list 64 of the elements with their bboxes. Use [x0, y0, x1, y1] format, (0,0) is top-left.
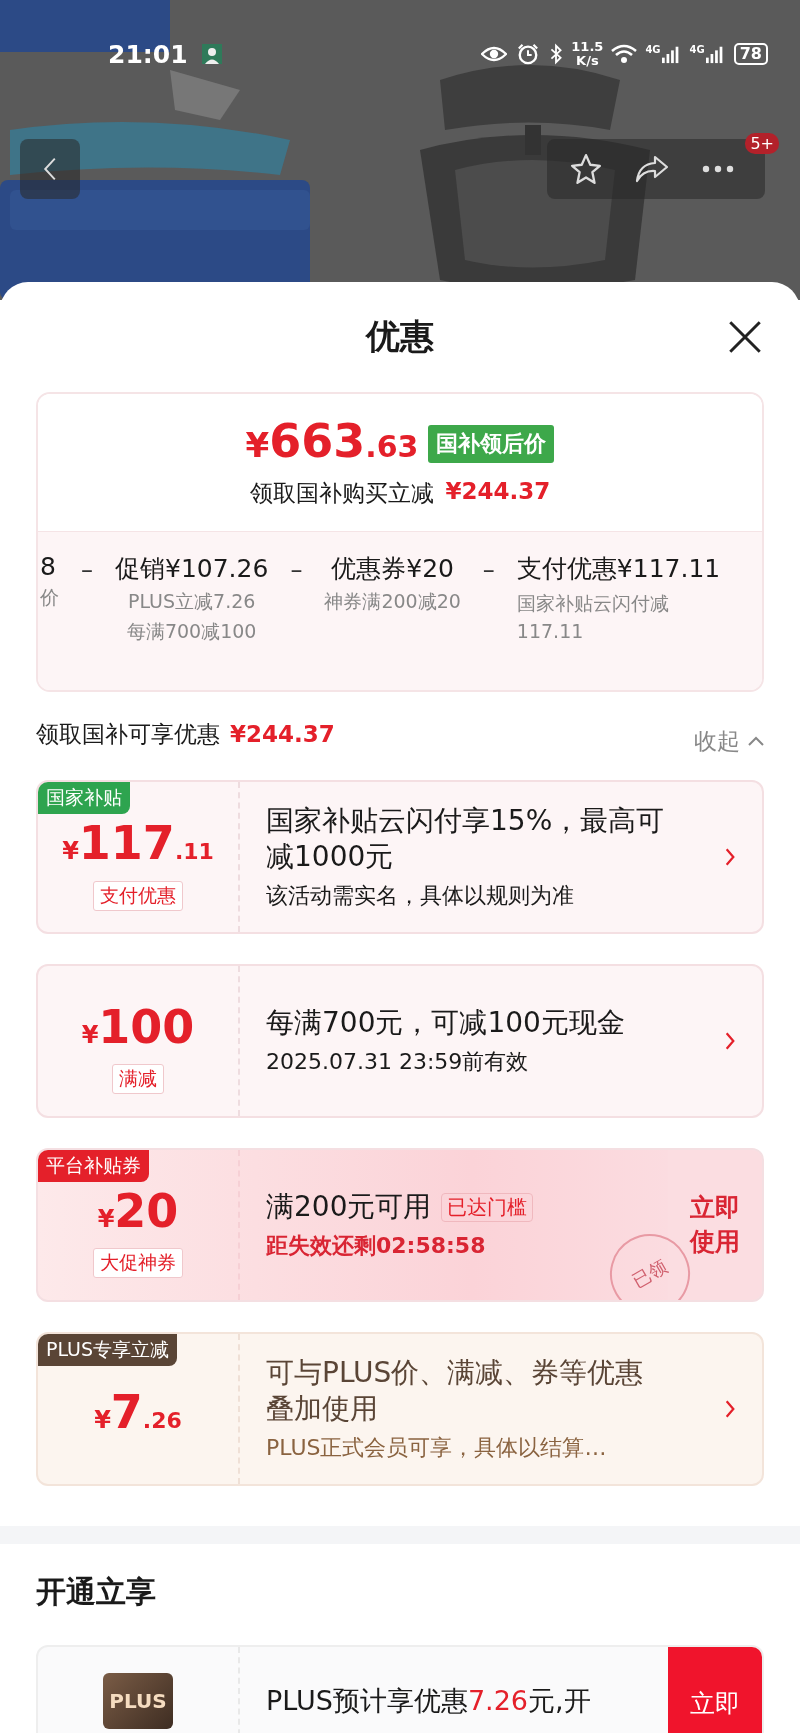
- offer-card[interactable]: PLUS专享立减 ¥7.26 可与PLUS价、满减、券等优惠叠加使用 PLUS正式会员可享，具体以结算…: [36, 1332, 764, 1486]
- price-tag: 国补领后价: [428, 425, 555, 463]
- offer-amount: ¥117.11: [62, 817, 214, 872]
- share-icon[interactable]: [635, 153, 669, 185]
- discount-amount: ¥244.37: [445, 478, 551, 506]
- offer-card[interactable]: ¥100 满减 每满700元，可减100元现金 2025.07.31 23:59前有效: [36, 964, 764, 1118]
- minus-sign: –: [80, 555, 94, 584]
- breakdown-amount: 8: [40, 552, 56, 581]
- breakdown-note: 价: [40, 585, 59, 610]
- chevron-icon: [724, 847, 736, 867]
- chevron-up-icon: [748, 736, 764, 746]
- offer-subtitle: 距失效还剩02:58:58: [266, 1232, 487, 1260]
- offer-amount: ¥7.26: [94, 1386, 182, 1441]
- network-type: 4G: [689, 44, 705, 55]
- star-icon[interactable]: [569, 153, 603, 185]
- offer-subtitle: 2025.07.31 23:59前有效: [266, 1048, 530, 1076]
- discount-caption: 领取国补购买立减: [249, 479, 434, 508]
- offer-amount: ¥100: [81, 1002, 195, 1056]
- collapse-button[interactable]: 收起: [694, 725, 764, 757]
- wifi-icon: [611, 43, 638, 65]
- offer-label: 满减: [112, 1064, 164, 1094]
- sheet-title: 优惠: [366, 315, 434, 358]
- minus-sign: –: [289, 555, 304, 584]
- open-button[interactable]: 立即: [668, 1647, 762, 1733]
- breakdown-amount: 支付优惠¥117.11: [516, 553, 721, 585]
- offer-card[interactable]: 平台补贴券 ¥20 大促神券 满200元可用 已达门槛 距失效还剩02:58:58 立即使用 已领: [36, 1148, 764, 1302]
- section-title: 开通立享: [36, 1573, 157, 1611]
- network-speed: 11.5 K/s: [571, 40, 604, 68]
- offer-card[interactable]: 国家补贴 ¥117.11 支付优惠 国家补贴云闪付享15%，最高可减1000元 该活动需实名，具体以规则为准: [36, 780, 764, 934]
- section-label: 领取国补可享优惠: [36, 719, 220, 749]
- offer-label: 大促神券: [93, 1248, 183, 1278]
- offer-title: 国家补贴云闪付享15%，最高可减1000元: [266, 803, 666, 875]
- breakdown-note: 神券满200减20: [324, 589, 461, 614]
- network-type: 4G: [645, 44, 661, 55]
- chevron-icon: [724, 1399, 736, 1419]
- offer-title: 可与PLUS价、满减、券等优惠叠加使用: [266, 1355, 645, 1427]
- offer-tag: 平台补贴券: [38, 1150, 149, 1182]
- threshold-badge: 已达门槛: [441, 1192, 534, 1222]
- breakdown-note: 每满700减100: [126, 619, 257, 644]
- more-icon[interactable]: [701, 164, 735, 174]
- offer-subtitle: PLUS正式会员可享，具体以结算…: [266, 1434, 608, 1462]
- plus-offer-text: PLUS预计享优惠7.26元,开: [265, 1684, 592, 1718]
- plus-logo: PLUS: [103, 1673, 173, 1729]
- offer-title: 每满700元，可减100元现金: [266, 1005, 625, 1041]
- clock-time: 21:01: [108, 39, 188, 69]
- bluetooth-icon: [549, 43, 564, 65]
- offer-tag: PLUS专享立减: [38, 1334, 178, 1366]
- back-icon: [42, 157, 58, 181]
- offer-label: 支付优惠: [93, 880, 183, 911]
- minus-sign: –: [481, 555, 496, 584]
- offer-amount: ¥20: [97, 1186, 179, 1240]
- breakdown-amount: 优惠券¥20: [331, 553, 454, 585]
- close-icon[interactable]: [728, 320, 762, 354]
- breakdown-note: 国家补贴云闪付减117.11: [516, 591, 670, 644]
- offer-subtitle: 该活动需实名，具体以规则为准: [266, 882, 575, 910]
- offer-title: 满200元可用: [266, 1189, 432, 1225]
- chevron-icon: [724, 1031, 736, 1051]
- offer-tag: 国家补贴: [38, 782, 130, 814]
- avatar-icon: [201, 44, 222, 64]
- battery-level: 78: [733, 43, 768, 65]
- breakdown-note: PLUS立减7.26: [128, 589, 256, 614]
- final-price: ¥663.63: [245, 416, 419, 470]
- total-discount: ¥244.37: [230, 721, 335, 747]
- breakdown-amount: 促销¥107.26: [115, 553, 269, 585]
